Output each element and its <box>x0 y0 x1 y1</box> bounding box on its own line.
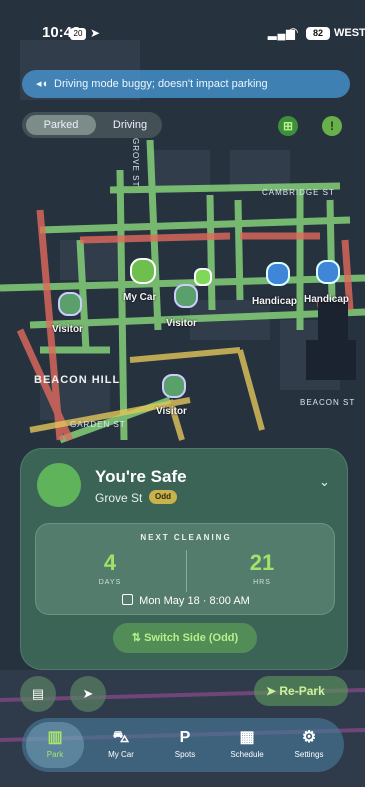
repark-label: Re-Park <box>279 684 325 698</box>
next-cleaning-label: NEXT CLEANING <box>140 533 232 542</box>
tab-label: Settings <box>294 750 324 759</box>
location-arrow-icon: ➤ <box>90 26 101 40</box>
days-value: 4 <box>103 550 117 575</box>
tab-label: Park <box>46 750 64 759</box>
days-unit: DAYS <box>98 579 122 586</box>
handicap-pin-icon[interactable] <box>266 262 290 286</box>
pin-label-my-car: My Car <box>123 292 157 303</box>
street-label-grove: GROVE ST <box>131 138 140 188</box>
mode-option-driving[interactable]: Driving <box>100 112 160 138</box>
status-title: You're Safe <box>95 467 187 486</box>
swap-icon: ⇅ <box>131 632 145 644</box>
street-label-beacon: BEACON ST <box>300 398 356 407</box>
map-corner-label: WEST <box>334 27 365 39</box>
tab-bar: ▥ Park ⛍ My Car P Spots ▦ Schedule ⚙ Set… <box>22 718 344 772</box>
tab-label: Schedule <box>230 750 264 759</box>
street-label-garden: GARDEN ST <box>70 420 126 429</box>
status-street: Grove St <box>95 491 143 505</box>
wifi-icon: ◠ <box>288 25 299 39</box>
pin-label-visitor: Visitor <box>156 406 187 417</box>
pin-label-handicap: Handicap <box>304 294 350 305</box>
status-avatar <box>37 463 81 507</box>
visitor-pin-icon[interactable] <box>162 374 186 398</box>
pin-label-visitor: Visitor <box>166 318 197 329</box>
visitor-pin-icon[interactable] <box>174 284 198 308</box>
info-icon[interactable]: ! <box>322 116 342 136</box>
car-icon: ⛍ <box>112 729 130 746</box>
tab-label: My Car <box>108 750 134 759</box>
mode-toggle: Parked Driving <box>22 112 162 138</box>
hours-value: 21 <box>249 550 275 575</box>
tab-park[interactable]: ▥ Park <box>26 722 84 768</box>
switch-side-button[interactable]: ⇅ Switch Side (Odd) <box>113 623 257 653</box>
pin-label-handicap: Handicap <box>252 296 298 307</box>
calendar-icon: ▦ <box>239 729 255 746</box>
warning-icon: ◂◖ <box>36 78 49 90</box>
map-icon: ▥ <box>47 729 63 746</box>
warning-banner: ◂◖ Driving mode buggy; doesn't impact par… <box>22 70 350 98</box>
hours-unit: HRS <box>253 579 271 586</box>
side-badge: Odd <box>149 490 177 504</box>
cleaning-date: Mon May 18 · 8:00 AM <box>139 595 250 607</box>
gear-icon: ⚙ <box>301 729 317 746</box>
current-location-dot <box>194 268 212 286</box>
tab-schedule[interactable]: ▦ Schedule <box>218 722 276 768</box>
battery-icon: 82 <box>306 27 330 40</box>
repark-button[interactable]: ➤ Re-Park <box>254 676 348 706</box>
status-bar: 10:48 20 ➤ ▂▄▆ ◠ 82 WEST <box>0 0 365 48</box>
tab-label: Spots <box>174 750 196 759</box>
recenter-location-icon[interactable]: ➤ <box>70 676 106 712</box>
parking-status-sheet: You're Safe Grove St Odd ⌄ NEXT CLEANING… <box>20 448 348 670</box>
navigation-arrow-icon: ➤ <box>266 684 280 698</box>
my-car-pin-icon[interactable] <box>130 258 156 284</box>
tab-my-car[interactable]: ⛍ My Car <box>92 722 150 768</box>
handicap-pin-icon[interactable] <box>316 260 340 284</box>
mode-option-parked[interactable]: Parked <box>26 115 96 135</box>
calendar-icon <box>122 594 134 605</box>
next-cleaning-card: NEXT CLEANING 4 DAYS 21 HRS Mon May 18 ·… <box>35 523 335 615</box>
neighborhood-label: BEACON HILL <box>34 374 121 386</box>
chevron-down-icon[interactable]: ⌄ <box>319 475 330 488</box>
map-layers-icon[interactable]: ⊞ <box>278 116 298 136</box>
pin-label-visitor: Visitor <box>52 324 83 335</box>
app-screen: CAMBRIDGE ST BEACON HILL BEACON ST GROVE… <box>0 0 365 787</box>
parking-icon: P <box>179 729 191 746</box>
switch-side-label: Switch Side (Odd) <box>144 632 239 644</box>
notification-badge: 20 <box>70 28 86 40</box>
tab-spots[interactable]: P Spots <box>156 722 214 768</box>
divider <box>186 550 187 592</box>
street-label-cambridge: CAMBRIDGE ST <box>262 188 335 197</box>
visitor-pin-icon[interactable] <box>58 292 82 316</box>
tab-settings[interactable]: ⚙ Settings <box>280 722 338 768</box>
document-icon[interactable]: ▤ <box>20 676 56 712</box>
banner-text: Driving mode buggy; doesn't impact parki… <box>54 78 268 90</box>
cleaning-date-row: Mon May 18 · 8:00 AM <box>36 594 336 607</box>
